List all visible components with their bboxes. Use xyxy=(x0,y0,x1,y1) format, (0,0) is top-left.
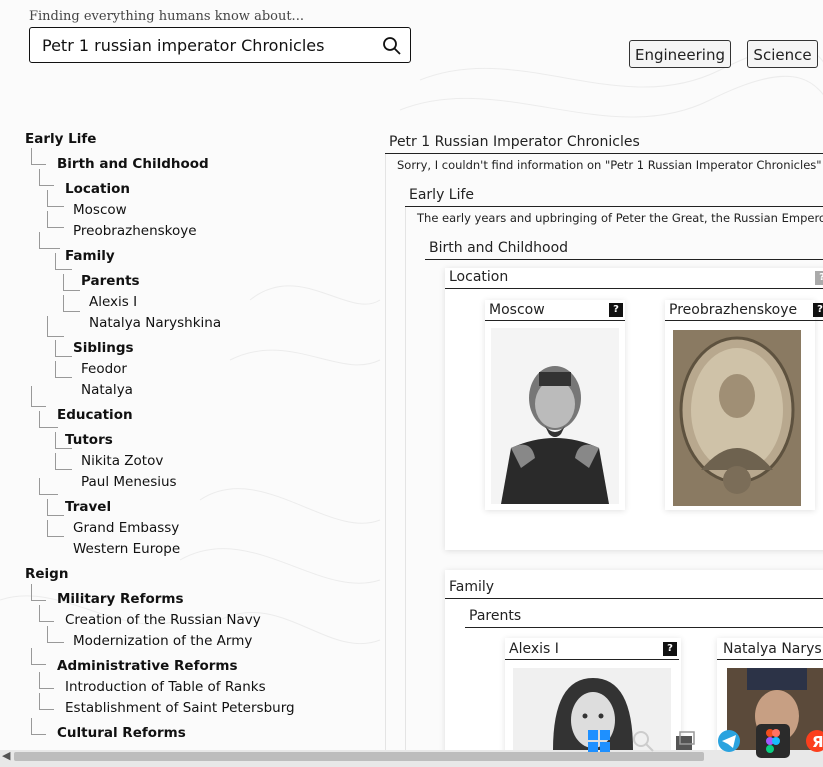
tree-item-table-of-ranks[interactable]: Introduction of Table of Ranks xyxy=(65,679,266,695)
tree-item-western-europe[interactable]: Western Europe xyxy=(73,541,180,557)
filter-engineering-button[interactable]: Engineering xyxy=(629,40,731,68)
location-help-icon[interactable]: ? xyxy=(815,271,823,285)
tree-item-feodor[interactable]: Feodor xyxy=(81,361,127,377)
portrait-photo xyxy=(491,328,619,504)
tree-item-location[interactable]: Location xyxy=(65,181,130,197)
content-panel: Petr 1 Russian Imperator Chronicles Sorr… xyxy=(385,130,823,750)
tree-item-tutors[interactable]: Tutors xyxy=(65,432,113,448)
section-family: Family xyxy=(449,579,495,595)
yandex-icon[interactable]: Я xyxy=(804,728,823,754)
tree-item-reign[interactable]: Reign xyxy=(25,566,68,582)
search-field[interactable]: Petr 1 russian imperator Chronicles xyxy=(29,27,411,63)
task-view-icon[interactable] xyxy=(672,728,698,754)
alexis-help-icon[interactable]: ? xyxy=(663,642,677,656)
tree-item-moscow[interactable]: Moscow xyxy=(73,202,127,218)
tree-item-education[interactable]: Education xyxy=(57,407,133,423)
tree-item-parents[interactable]: Parents xyxy=(81,273,140,289)
tree-item-natalya-naryshkina[interactable]: Natalya Naryshkina xyxy=(89,315,221,331)
section-parents: Parents xyxy=(469,608,522,624)
search-icon[interactable] xyxy=(630,728,656,754)
preobrazhenskoye-help-icon[interactable]: ? xyxy=(813,303,823,317)
search-input[interactable]: Petr 1 russian imperator Chronicles xyxy=(42,36,324,55)
tree-item-natalya[interactable]: Natalya xyxy=(81,382,133,398)
tree-item-birth-childhood[interactable]: Birth and Childhood xyxy=(57,156,209,172)
alexis-title: Alexis I xyxy=(509,641,559,657)
windows-icon[interactable] xyxy=(586,728,612,754)
not-found-message: Sorry, I couldn't find information on "P… xyxy=(397,158,823,172)
tree-item-saint-petersburg[interactable]: Establishment of Saint Petersburg xyxy=(65,700,295,716)
tree-item-russian-navy[interactable]: Creation of the Russian Navy xyxy=(65,612,261,628)
tree-item-alexis[interactable]: Alexis I xyxy=(89,294,137,310)
moscow-help-icon[interactable]: ? xyxy=(609,303,623,317)
tree-item-administrative-reforms[interactable]: Administrative Reforms xyxy=(57,658,238,674)
engraving-image xyxy=(673,330,801,506)
filter-science-button[interactable]: Science xyxy=(747,40,818,68)
section-birth-childhood: Birth and Childhood xyxy=(429,240,569,256)
section-location: Location xyxy=(449,269,509,285)
tree-item-army[interactable]: Modernization of the Army xyxy=(73,633,252,649)
section-early-life: Early Life xyxy=(409,187,475,203)
scroll-left-arrow-icon[interactable]: ◀ xyxy=(2,749,10,762)
preobrazhenskoye-title: Preobrazhenskoye xyxy=(669,302,798,318)
tree-item-early-life[interactable]: Early Life xyxy=(25,131,96,147)
tree-item-military-reforms[interactable]: Military Reforms xyxy=(57,591,184,607)
search-icon[interactable] xyxy=(382,36,402,56)
tree-item-travel[interactable]: Travel xyxy=(65,499,111,515)
telegram-icon[interactable] xyxy=(716,728,742,754)
tree-item-cultural-reforms[interactable]: Cultural Reforms xyxy=(57,725,186,741)
tree-item-siblings[interactable]: Siblings xyxy=(73,340,134,356)
figma-icon[interactable] xyxy=(756,724,790,758)
moscow-title: Moscow xyxy=(489,302,545,318)
tree-item-nikita-zotov[interactable]: Nikita Zotov xyxy=(81,453,163,469)
svg-text:Я: Я xyxy=(812,733,823,751)
panel-title: Petr 1 Russian Imperator Chronicles xyxy=(389,134,640,150)
early-life-description: The early years and upbringing of Peter … xyxy=(417,211,823,225)
search-caption: Finding everything humans know about... xyxy=(29,9,304,24)
natalya-title: Natalya Naryshl xyxy=(723,641,823,657)
tree-item-grand-embassy[interactable]: Grand Embassy xyxy=(73,520,179,536)
tree-item-paul-menesius[interactable]: Paul Menesius xyxy=(81,474,177,490)
tree-item-family[interactable]: Family xyxy=(65,248,115,264)
tree-item-preobrazhenskoye[interactable]: Preobrazhenskoye xyxy=(73,223,197,239)
